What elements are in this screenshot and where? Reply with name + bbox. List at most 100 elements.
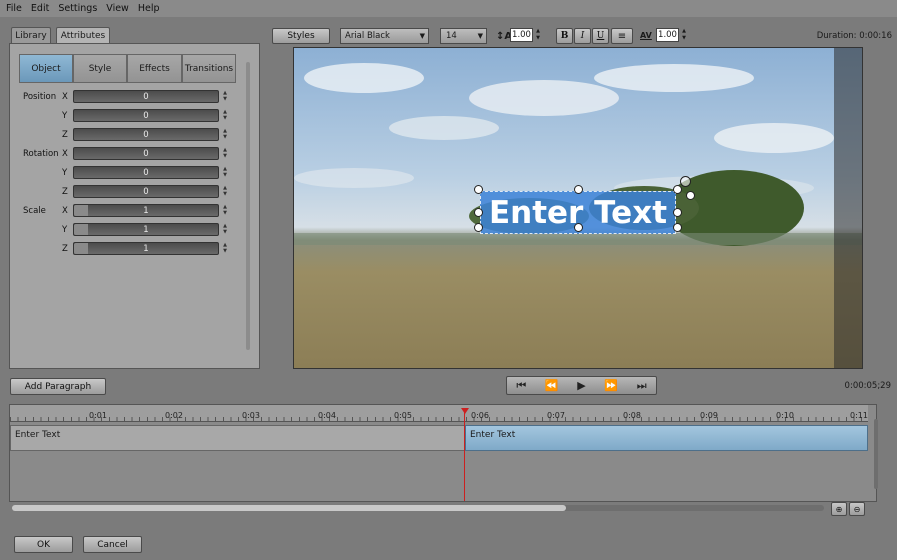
resize-handle-icon[interactable] [474,208,483,217]
resize-handle-icon[interactable] [474,185,483,194]
axis-x-label: X [62,92,68,102]
playhead-marker-icon[interactable] [461,408,469,414]
line-spacing-input[interactable]: 1.00 [510,28,533,42]
ruler-tick-label: 0:09 [700,411,718,420]
timeline-scroll-thumb[interactable] [12,505,566,511]
timeline-vertical-scrollbar[interactable] [874,419,878,489]
spin-arrows-icon[interactable]: ▲ ▼ [221,128,229,141]
axis-y-label: Y [62,225,68,235]
resize-handle-icon[interactable] [673,208,682,217]
spin-arrows-icon[interactable]: ▲ ▼ [221,147,229,160]
spin-arrows-icon[interactable]: ▲ ▼ [680,28,688,42]
menu-file[interactable]: File [6,3,22,14]
axis-z-label: Z [62,187,68,197]
menu-edit[interactable]: Edit [31,3,49,14]
skip-to-end-icon[interactable]: ⏭ [637,379,647,393]
italic-button[interactable]: I [574,28,591,44]
step-forward-icon[interactable]: ⏩ [604,379,618,392]
text-clip[interactable]: Enter Text [10,425,465,451]
spin-arrows-icon[interactable]: ▲ ▼ [221,90,229,103]
menu-view[interactable]: View [106,3,129,14]
position-label: Position [23,92,57,102]
resize-handle-icon[interactable] [673,223,682,232]
duration-label: Duration: 0:00:16 [816,31,892,41]
position-y-field[interactable]: 0 [73,109,219,122]
font-value: Arial Black [345,31,390,41]
rotation-y-field[interactable]: 0 [73,166,219,179]
subtab-effects[interactable]: Effects [127,54,182,83]
cancel-button[interactable]: Cancel [83,536,142,553]
video-preview[interactable]: Enter Text [293,47,863,369]
ruler-tick-label: 0:07 [547,411,565,420]
ruler-tick-label: 0:06 [471,411,489,420]
time-ruler[interactable] [10,405,868,422]
timeline[interactable]: 0:01 0:02 0:03 0:04 0:05 0:06 0:07 0:08 … [9,404,878,511]
resize-handle-icon[interactable] [673,185,682,194]
zoom-out-icon: ⊖ [853,504,861,514]
ruler-tick-label: 0:05 [394,411,412,420]
resize-handle-icon[interactable] [474,223,483,232]
ruler-tick-label: 0:08 [623,411,641,420]
scale-x-field[interactable]: 1 [73,204,219,217]
font-select[interactable]: Arial Black ▼ [340,28,429,44]
axis-x-label: X [62,206,68,216]
scale-z-field[interactable]: 1 [73,242,219,255]
tab-library[interactable]: Library [11,27,51,43]
resize-handle-icon[interactable] [574,185,583,194]
attributes-panel: Object Style Effects Transitions Positio… [9,43,260,369]
ok-button[interactable]: OK [14,536,73,553]
axis-x-label: X [62,149,68,159]
align-button[interactable]: ≡ [611,28,633,44]
zoom-in-button[interactable]: ⊕ [831,502,847,516]
subtab-style[interactable]: Style [73,54,127,83]
scale-y-field[interactable]: 1 [73,223,219,236]
text-clip-selected[interactable]: Enter Text [465,425,868,451]
ruler-tick-label: 0:04 [318,411,336,420]
rotate-handle-icon[interactable] [680,176,691,187]
resize-handle-icon[interactable] [574,223,583,232]
play-icon[interactable]: ▶ [577,379,585,392]
move-handle-icon[interactable] [686,191,695,200]
underline-button[interactable]: U [592,28,609,44]
scale-y-value: 1 [143,224,149,235]
rotation-z-field[interactable]: 0 [73,185,219,198]
char-spacing-icon: AV [640,30,652,40]
chevron-down-icon: ▼ [419,32,425,40]
axis-y-label: Y [62,168,68,178]
scale-label: Scale [23,206,46,216]
menu-bar: File Edit Settings View Help [0,0,897,17]
spin-arrows-icon[interactable]: ▲ ▼ [534,28,542,42]
spin-arrows-icon[interactable]: ▲ ▼ [221,204,229,217]
menu-help[interactable]: Help [138,3,160,14]
font-size-select[interactable]: 14 ▼ [440,28,487,44]
panel-scrollbar[interactable] [246,62,250,350]
styles-button[interactable]: Styles [272,28,330,44]
char-spacing-input[interactable]: 1.00 [656,28,679,42]
zoom-out-button[interactable]: ⊖ [849,502,865,516]
subtab-object[interactable]: Object [19,54,73,83]
spin-arrows-icon[interactable]: ▲ ▼ [221,185,229,198]
scale-x-value: 1 [143,205,149,216]
position-x-field[interactable]: 0 [73,90,219,103]
menu-settings[interactable]: Settings [58,3,97,14]
rotation-x-field[interactable]: 0 [73,147,219,160]
spin-arrows-icon[interactable]: ▲ ▼ [221,223,229,236]
transport-controls: ⏮ ⏪ ▶ ⏩ ⏭ [506,376,657,395]
step-back-icon[interactable]: ⏪ [545,379,559,392]
playhead[interactable] [464,411,465,501]
subtab-transitions[interactable]: Transitions [182,54,236,83]
position-z-field[interactable]: 0 [73,128,219,141]
skip-to-start-icon[interactable]: ⏮ [516,379,526,393]
add-paragraph-button[interactable]: Add Paragraph [10,378,106,395]
bold-button[interactable]: B [556,28,573,44]
font-size-value: 14 [446,31,457,41]
tab-attributes[interactable]: Attributes [56,27,110,43]
axis-z-label: Z [62,130,68,140]
spin-arrows-icon[interactable]: ▲ ▼ [221,242,229,255]
spin-arrows-icon[interactable]: ▲ ▼ [221,166,229,179]
axis-z-label: Z [62,244,68,254]
ruler-tick-label: 0:10 [776,411,794,420]
spin-arrows-icon[interactable]: ▲ ▼ [221,109,229,122]
ruler-tick-label: 0:11 [850,411,868,420]
axis-y-label: Y [62,111,68,121]
